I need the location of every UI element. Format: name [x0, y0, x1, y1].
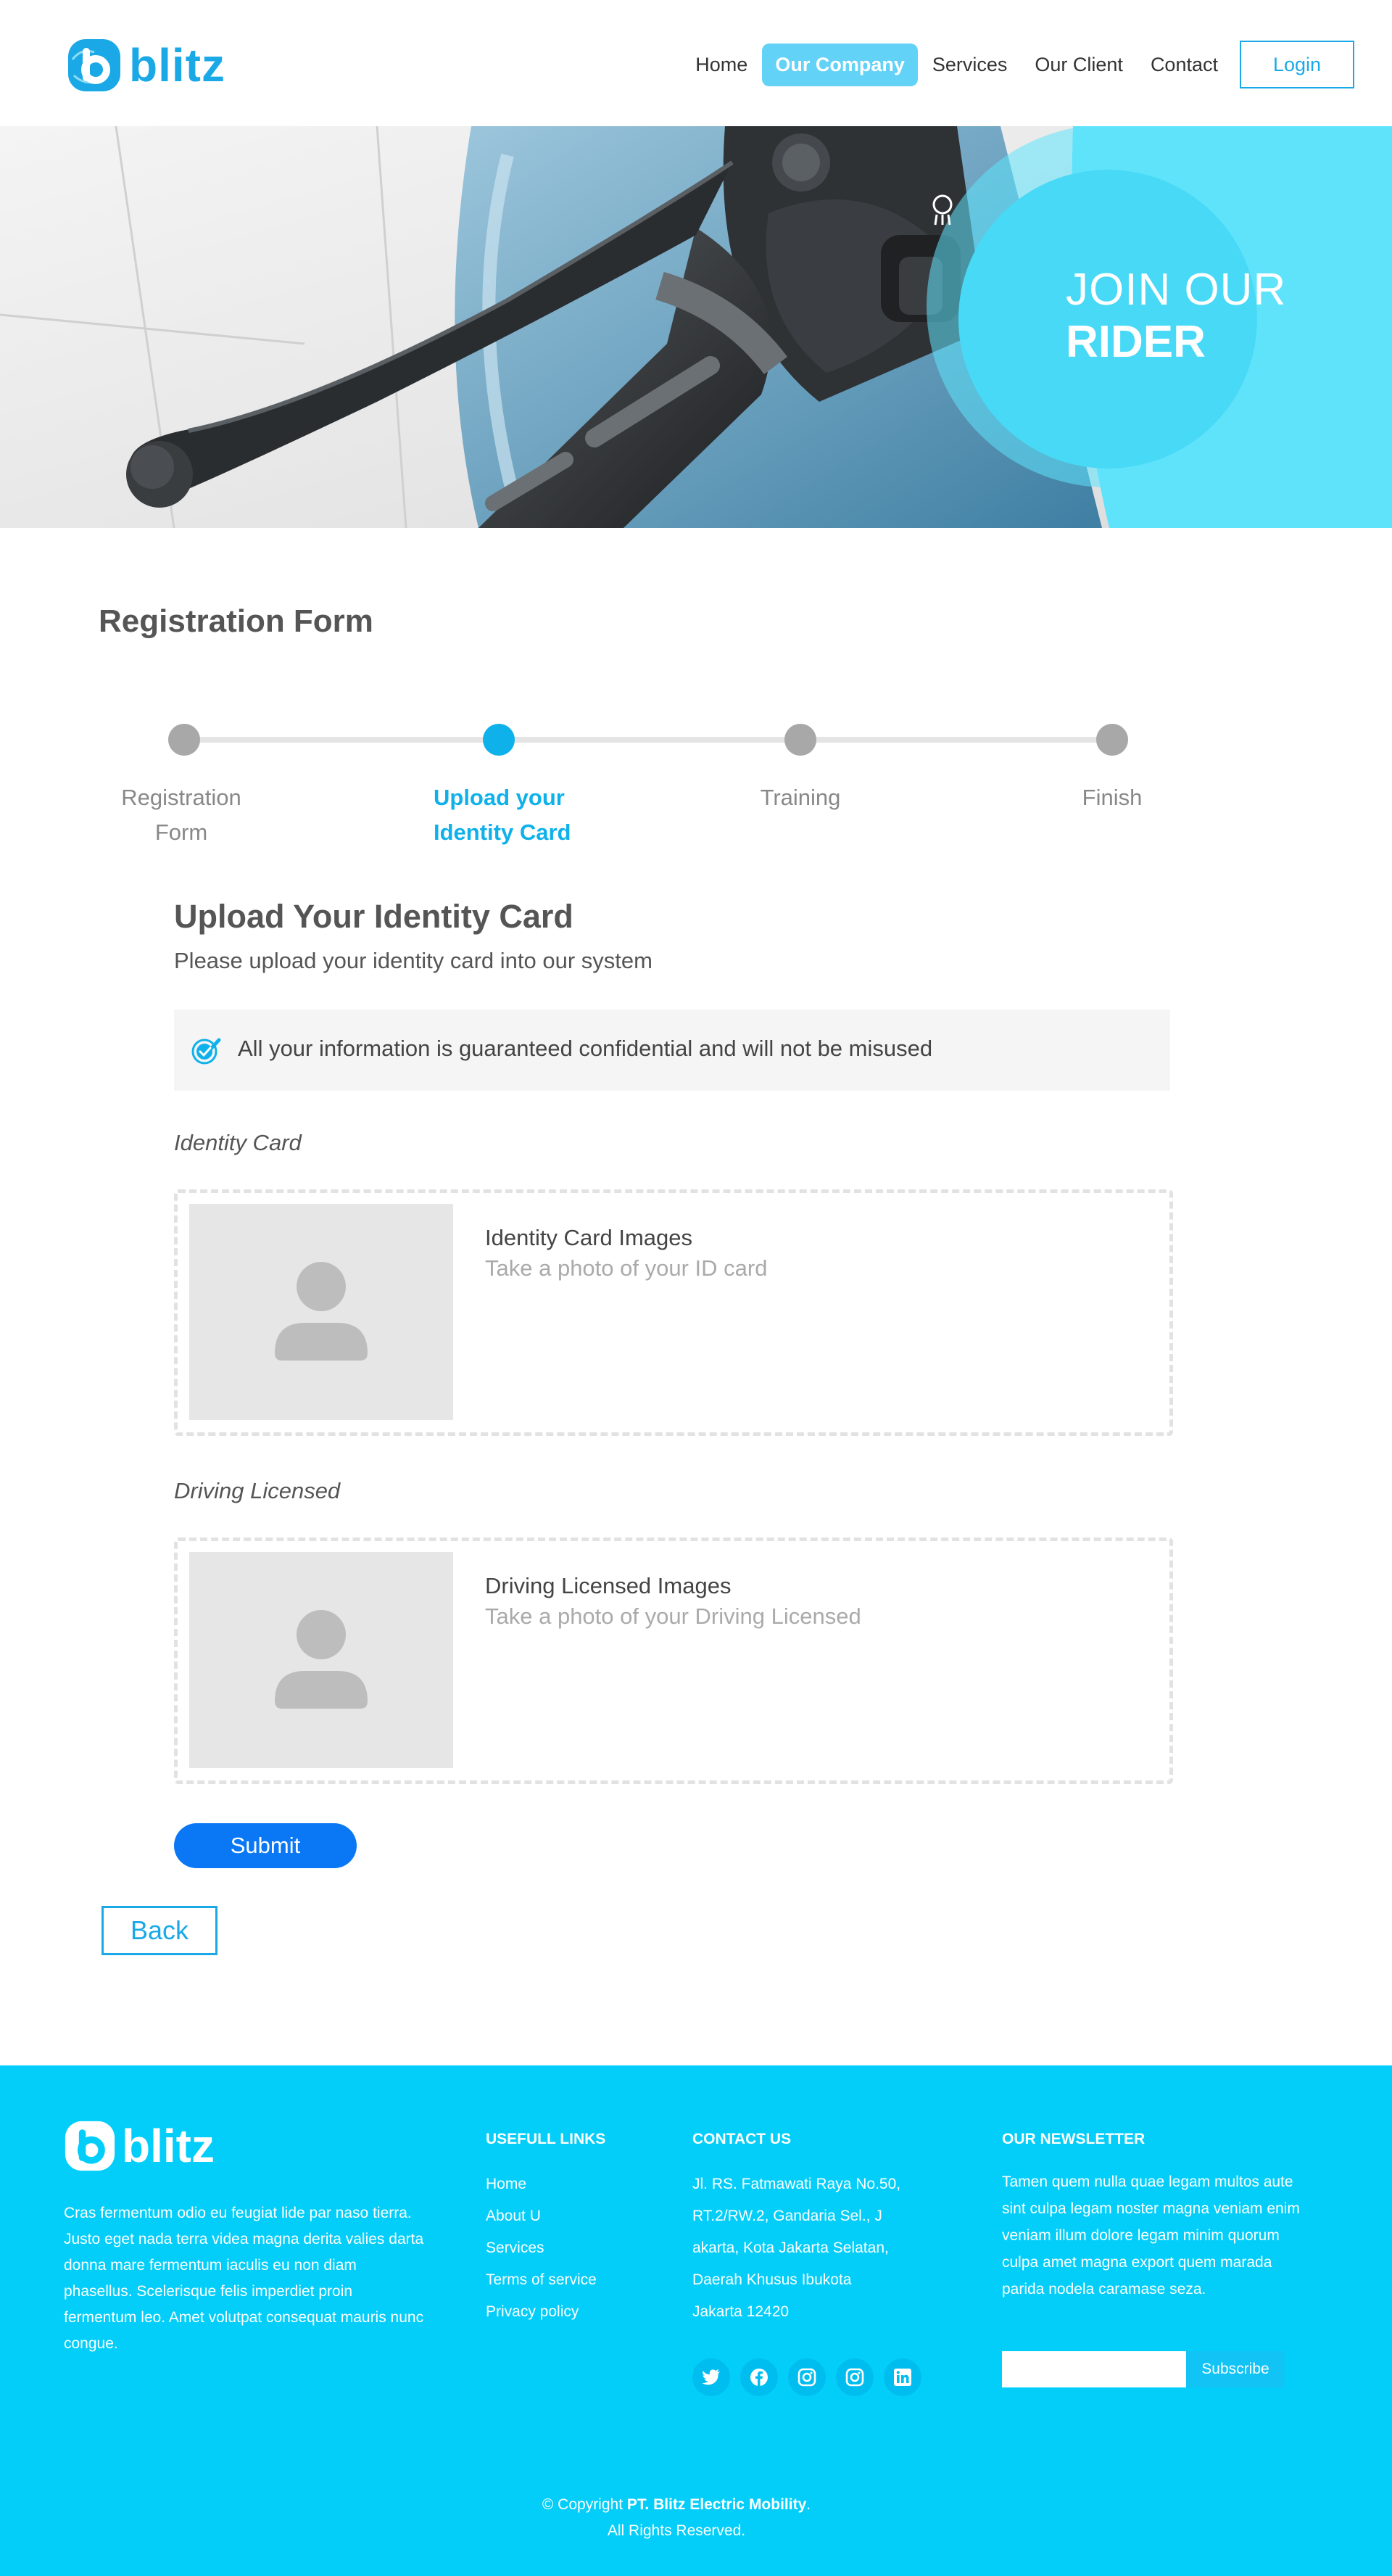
footer-logo-text: blitz: [122, 2120, 215, 2172]
step-1-label-line1: Registration: [121, 785, 241, 810]
useful-links-list: Home About U Services Terms of service P…: [486, 2168, 597, 2328]
linkedin-icon[interactable]: [884, 2358, 921, 2396]
stepper-track: [184, 737, 1112, 743]
identity-upload-hint: Take a photo of your ID card: [485, 1255, 768, 1281]
copyright-suffix: .: [806, 2496, 811, 2513]
main-nav: Home Our Company Services Our Client Con…: [681, 41, 1354, 88]
address-line: akarta, Kota Jakarta Selatan,: [692, 2239, 889, 2256]
logo-text: blitz: [129, 39, 225, 91]
step-2-label[interactable]: Upload your Identity Card: [434, 780, 608, 850]
step-2-dot[interactable]: [483, 724, 515, 756]
copyright-company: PT. Blitz Electric Mobility: [626, 2496, 807, 2513]
driving-license-upload[interactable]: Driving Licensed Images Take a photo of …: [174, 1537, 1173, 1784]
blitz-logo-icon: [68, 39, 120, 91]
step-2-label-line2: Identity Card: [434, 820, 571, 845]
step-1-dot[interactable]: [168, 724, 200, 756]
footer-link-privacy[interactable]: Privacy policy: [486, 2296, 597, 2328]
confidential-notice: All your information is guaranteed confi…: [174, 1010, 1170, 1091]
newsletter-text: Tamen quem nulla quae legam multos aute …: [1002, 2174, 1300, 2298]
address-line: Jl. RS. Fatmawati Raya No.50,: [692, 2176, 901, 2192]
step-3-label-line1: Training: [760, 785, 841, 810]
step-1-label[interactable]: Registration Form: [109, 780, 254, 850]
contact-address: Jl. RS. Fatmawati Raya No.50, RT.2/RW.2,…: [692, 2168, 932, 2328]
nav-our-client[interactable]: Our Client: [1022, 44, 1136, 86]
footer-logo[interactable]: blitz: [64, 2119, 215, 2173]
section-subtitle: Please upload your identity card into ou…: [174, 948, 652, 973]
license-upload-title: Driving Licensed Images: [485, 1573, 732, 1598]
hero-title-line1: JOIN OUR: [1066, 265, 1287, 315]
contact-title: CONTACT US: [692, 2131, 792, 2147]
newsletter-title: OUR NEWSLETTER: [1002, 2131, 1146, 2147]
nav-services[interactable]: Services: [919, 44, 1021, 86]
header: blitz Home Our Company Services Our Clie…: [0, 0, 1392, 126]
address-line: Jakarta 12420: [692, 2303, 790, 2320]
page-title: Registration Form: [99, 603, 373, 639]
license-upload-hint: Take a photo of your Driving Licensed: [485, 1603, 861, 1629]
page: blitz Home Our Company Services Our Clie…: [0, 0, 1392, 2576]
identity-card-label: Identity Card: [174, 1130, 302, 1155]
progress-stepper: Registration Form Upload your Identity C…: [0, 721, 1392, 866]
step-3-dot[interactable]: [784, 724, 816, 756]
subscribe-button[interactable]: Subscribe: [1186, 2351, 1285, 2387]
blitz-logo-icon: [65, 2121, 115, 2171]
login-button[interactable]: Login: [1240, 41, 1354, 88]
identity-card-preview[interactable]: [189, 1204, 453, 1420]
person-placeholder-icon: [275, 1610, 368, 1709]
facebook-icon[interactable]: [740, 2358, 778, 2396]
driving-license-label: Driving Licensed: [174, 1478, 341, 1503]
twitter-icon[interactable]: [692, 2358, 730, 2396]
identity-card-upload[interactable]: Identity Card Images Take a photo of you…: [174, 1189, 1173, 1436]
footer-link-services[interactable]: Services: [486, 2232, 597, 2264]
check-badge-icon: [191, 1038, 221, 1065]
instagram-icon[interactable]: [836, 2358, 874, 2396]
footer: blitz Cras fermentum odio eu feugiat lid…: [0, 2065, 1392, 2576]
brand-logo[interactable]: blitz: [67, 36, 225, 94]
person-placeholder-icon: [275, 1262, 368, 1361]
social-links: [692, 2358, 932, 2396]
back-button[interactable]: Back: [102, 1906, 218, 1955]
hero-title: JOIN OUR RIDER: [1066, 264, 1286, 368]
instagram-icon[interactable]: [788, 2358, 826, 2396]
hero-banner: JOIN OUR RIDER: [0, 126, 1392, 528]
nav-contact[interactable]: Contact: [1138, 44, 1231, 86]
step-4-label[interactable]: Finish: [1040, 780, 1185, 815]
footer-link-terms[interactable]: Terms of service: [486, 2264, 597, 2296]
copyright-line: © Copyright PT. Blitz Electric Mobility.: [0, 2492, 1353, 2518]
rights-reserved: All Rights Reserved.: [607, 2522, 746, 2539]
address-line: Daerah Khusus Ibukota: [692, 2271, 852, 2288]
nav-our-company[interactable]: Our Company: [762, 43, 918, 86]
step-4-dot[interactable]: [1096, 724, 1128, 756]
driving-license-preview[interactable]: [189, 1552, 453, 1768]
nav-home[interactable]: Home: [682, 44, 761, 86]
copyright-prefix: © Copyright: [542, 2496, 627, 2513]
step-2-label-line1: Upload your: [434, 785, 565, 810]
hero-title-line2: RIDER: [1066, 317, 1206, 367]
footer-about: Cras fermentum odio eu feugiat lide par …: [64, 2205, 424, 2352]
footer-link-home[interactable]: Home: [486, 2168, 597, 2200]
submit-button[interactable]: Submit: [174, 1823, 357, 1868]
address-line: RT.2/RW.2, Gandaria Sel., J: [692, 2208, 882, 2224]
identity-upload-title: Identity Card Images: [485, 1225, 693, 1250]
step-3-label[interactable]: Training: [728, 780, 873, 815]
newsletter-email-input[interactable]: [1002, 2351, 1186, 2387]
notice-text: All your information is guaranteed confi…: [238, 1036, 933, 1061]
useful-links-title: USEFULL LINKS: [486, 2131, 606, 2147]
section-title: Upload Your Identity Card: [174, 898, 573, 935]
step-4-label-line1: Finish: [1082, 785, 1143, 810]
footer-link-about[interactable]: About U: [486, 2200, 597, 2232]
copyright: © Copyright PT. Blitz Electric Mobility.…: [0, 2492, 1353, 2544]
step-1-label-line2: Form: [154, 820, 208, 845]
